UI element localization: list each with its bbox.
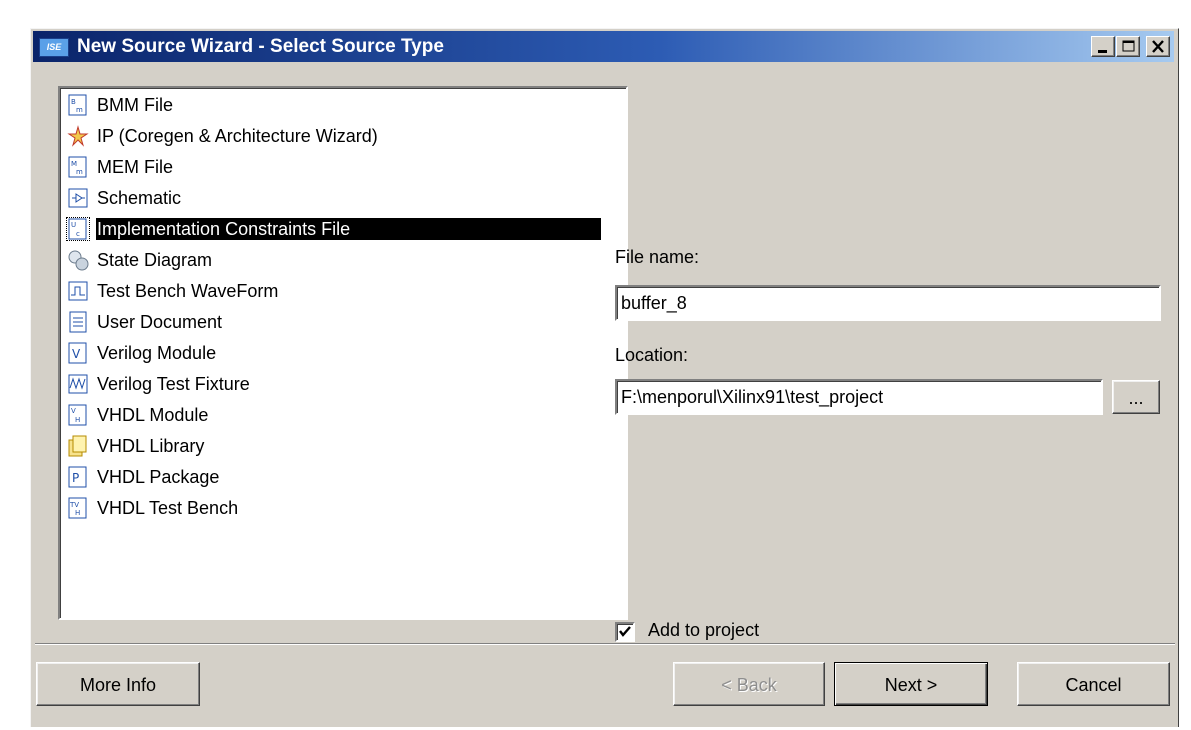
svg-text:P: P bbox=[72, 471, 79, 485]
svg-text:m: m bbox=[76, 168, 83, 176]
close-icon bbox=[1152, 40, 1164, 53]
svg-text:m: m bbox=[76, 106, 83, 114]
list-item-label: IP (Coregen & Architecture Wizard) bbox=[97, 126, 378, 146]
list-item-label: Schematic bbox=[97, 188, 182, 208]
window-title: New Source Wizard - Select Source Type bbox=[77, 36, 444, 57]
vhdl-package-icon: P bbox=[68, 466, 87, 488]
list-item-label: User Document bbox=[97, 312, 223, 332]
add-to-project-checkbox[interactable] bbox=[615, 622, 635, 642]
list-item[interactable]: IP (Coregen & Architecture Wizard) bbox=[64, 121, 624, 151]
maximize-icon bbox=[1122, 40, 1135, 52]
maximize-button[interactable] bbox=[1116, 36, 1140, 57]
list-item-label: VHDL Module bbox=[97, 405, 209, 425]
next-button[interactable]: Next > bbox=[834, 662, 988, 706]
list-item-label: VHDL Package bbox=[97, 467, 220, 487]
list-item[interactable]: V H VHDL Module bbox=[64, 400, 624, 430]
title-bar[interactable]: ISE New Source Wizard - Select Source Ty… bbox=[33, 31, 1174, 62]
state-diagram-icon bbox=[68, 250, 89, 271]
list-item-label: Verilog Test Fixture bbox=[97, 374, 250, 394]
list-item[interactable]: V Verilog Module bbox=[64, 338, 624, 368]
source-type-list[interactable]: Bm BMM File IP (Coregen & Architecture Wiz… bbox=[58, 86, 628, 620]
file-name-label: File name: bbox=[615, 247, 700, 267]
list-item[interactable]: State Diagram bbox=[64, 245, 624, 275]
list-item[interactable]: Mm MEM File bbox=[64, 152, 624, 182]
list-item-label: State Diagram bbox=[97, 250, 213, 270]
vhdl-module-icon: VH bbox=[68, 404, 87, 426]
list-item[interactable]: P VHDL Package bbox=[64, 462, 624, 492]
more-info-button[interactable]: More Info bbox=[36, 662, 200, 706]
constraints-file-icon: Uc bbox=[66, 217, 90, 241]
list-item-label: Test Bench WaveForm bbox=[97, 281, 279, 301]
svg-text:V: V bbox=[71, 407, 76, 415]
mem-file-icon: Mm bbox=[68, 156, 87, 178]
cancel-button[interactable]: Cancel bbox=[1017, 662, 1170, 706]
list-item-label: BMM File bbox=[97, 95, 173, 115]
list-item-label: Verilog Module bbox=[97, 343, 217, 363]
add-to-project-label: Add to project bbox=[648, 620, 760, 640]
location-label: Location: bbox=[615, 345, 689, 365]
svg-text:M: M bbox=[71, 160, 77, 168]
verilog-module-icon: V bbox=[68, 342, 87, 364]
vhdl-library-icon bbox=[68, 435, 87, 457]
bmm-file-icon: Bm bbox=[68, 94, 87, 116]
waveform-icon bbox=[68, 281, 88, 301]
schematic-icon bbox=[68, 188, 88, 208]
file-name-input[interactable]: buffer_8 bbox=[615, 285, 1161, 321]
list-item[interactable]: Test Bench WaveForm bbox=[64, 276, 624, 306]
new-source-wizard-window: ISE New Source Wizard - Select Source Ty… bbox=[30, 28, 1179, 727]
svg-text:c: c bbox=[76, 230, 80, 238]
vhdl-testbench-icon: TVH bbox=[68, 497, 87, 519]
minimize-icon bbox=[1098, 50, 1107, 53]
list-item[interactable]: Bm BMM File bbox=[64, 90, 624, 120]
list-item[interactable]: Uc Implementation Constraints File bbox=[64, 214, 624, 244]
svg-text:B: B bbox=[71, 98, 76, 106]
minimize-button[interactable] bbox=[1091, 36, 1115, 57]
svg-text:H: H bbox=[75, 509, 80, 517]
list-item[interactable]: Verilog Test Fixture bbox=[64, 369, 624, 399]
list-item-label: MEM File bbox=[97, 157, 173, 177]
close-button[interactable] bbox=[1146, 36, 1170, 57]
svg-text:H: H bbox=[75, 416, 80, 424]
document-icon bbox=[69, 311, 87, 333]
svg-text:TV: TV bbox=[69, 501, 79, 509]
list-item[interactable]: VHDL Library bbox=[64, 431, 624, 461]
svg-text:V: V bbox=[72, 347, 81, 361]
svg-text:U: U bbox=[71, 221, 76, 229]
back-button[interactable]: < Back bbox=[673, 662, 825, 706]
list-item[interactable]: TV H VHDL Test Bench bbox=[64, 493, 624, 523]
location-input[interactable]: F:\menporul\Xilinx91\test_project bbox=[615, 379, 1103, 415]
checkmark-icon bbox=[619, 626, 631, 637]
ise-app-icon: ISE bbox=[39, 38, 69, 57]
list-item-label: VHDL Library bbox=[97, 436, 205, 456]
list-item[interactable]: User Document bbox=[64, 307, 624, 337]
ip-wizard-icon bbox=[67, 125, 89, 147]
button-separator bbox=[35, 643, 1175, 645]
list-item-label: Implementation Constraints File bbox=[96, 218, 601, 240]
list-item[interactable]: Schematic bbox=[64, 183, 624, 213]
verilog-fixture-icon bbox=[68, 374, 88, 394]
browse-button[interactable]: ... bbox=[1112, 380, 1160, 414]
list-item-label: VHDL Test Bench bbox=[97, 498, 239, 518]
